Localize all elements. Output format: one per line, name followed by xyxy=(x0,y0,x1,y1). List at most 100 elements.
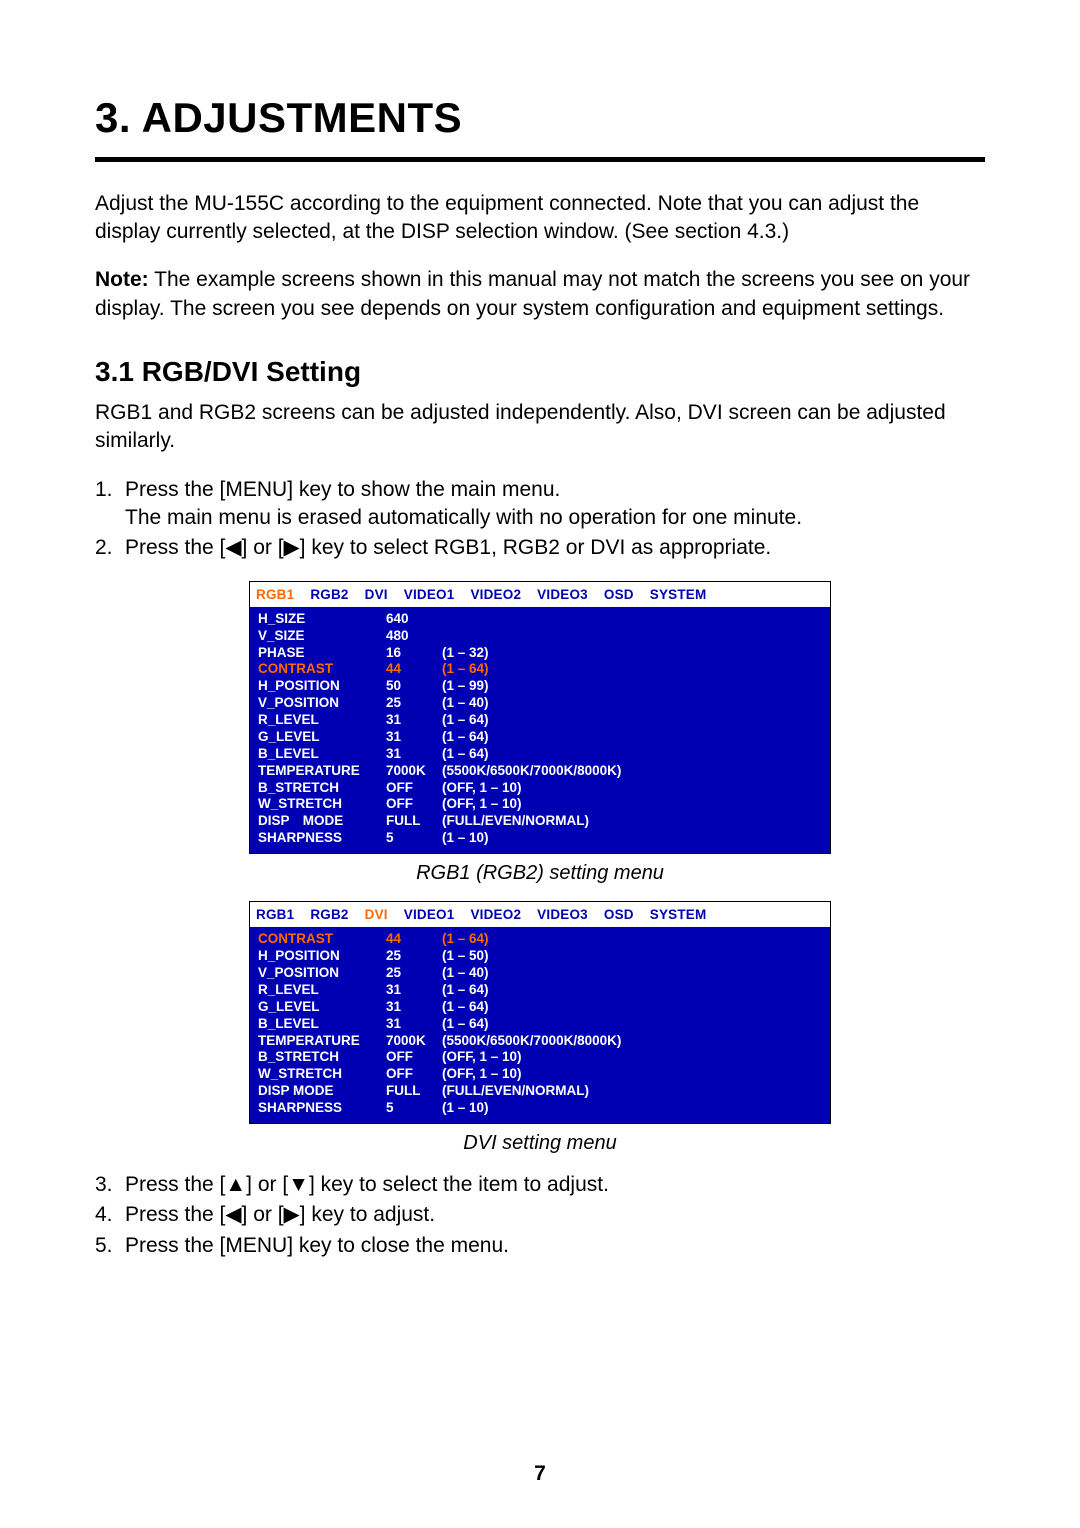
menu-row: W_STRETCHOFF(OFF, 1 – 10) xyxy=(258,1066,822,1083)
menu-row: TEMPERATURE7000K(5500K/6500K/7000K/8000K… xyxy=(258,1033,822,1050)
menu-tab: RGB1 xyxy=(256,906,294,924)
menu-row-range: (OFF, 1 – 10) xyxy=(442,1066,822,1083)
menu-row-range: (1 – 40) xyxy=(442,965,822,982)
menu-row-range: (1 – 40) xyxy=(442,695,822,712)
menu-row: G_LEVEL31(1 – 64) xyxy=(258,999,822,1016)
menu-row: R_LEVEL31(1 – 64) xyxy=(258,712,822,729)
menu-tabs: RGB1RGB2DVIVIDEO1VIDEO2VIDEO3OSDSYSTEM xyxy=(250,902,830,927)
divider xyxy=(95,157,985,162)
menu-row-range: (FULL/EVEN/NORMAL) xyxy=(442,813,822,830)
menu-row-range: (1 – 32) xyxy=(442,645,822,662)
menu-row-range: (5500K/6500K/7000K/8000K) xyxy=(442,1033,822,1050)
note-paragraph: Note: The example screens shown in this … xyxy=(95,266,985,323)
menu-row-label: SHARPNESS xyxy=(258,830,386,847)
menu-row-label: R_LEVEL xyxy=(258,712,386,729)
step-text: Press the [MENU] key to show the main me… xyxy=(125,476,985,533)
menu-row-value: 44 xyxy=(386,931,442,948)
menu-row-range: (1 – 64) xyxy=(442,931,822,948)
menu-row-value: 5 xyxy=(386,1100,442,1117)
menu-row: TEMPERATURE7000K(5500K/6500K/7000K/8000K… xyxy=(258,763,822,780)
menu-row-label: W_STRETCH xyxy=(258,1066,386,1083)
menu-tab: SYSTEM xyxy=(650,586,707,604)
menu-tab: RGB1 xyxy=(256,586,294,604)
menu-tab: VIDEO1 xyxy=(404,586,455,604)
menu-row-value: OFF xyxy=(386,796,442,813)
menu-row-range: (FULL/EVEN/NORMAL) xyxy=(442,1083,822,1100)
menu-row-label: H_SIZE xyxy=(258,611,386,628)
menu-row-label: G_LEVEL xyxy=(258,729,386,746)
menu-row: B_STRETCHOFF(OFF, 1 – 10) xyxy=(258,1049,822,1066)
rgb-caption: RGB1 (RGB2) setting menu xyxy=(95,860,985,887)
menu-tab: VIDEO3 xyxy=(537,586,588,604)
menu-row: V_POSITION25(1 – 40) xyxy=(258,695,822,712)
menu-row-range: (1 – 99) xyxy=(442,678,822,695)
menu-row-label: B_STRETCH xyxy=(258,1049,386,1066)
step-item: 3.Press the [▲] or [▼] key to select the… xyxy=(95,1171,985,1199)
menu-row: H_POSITION25(1 – 50) xyxy=(258,948,822,965)
menu-row-label: V_POSITION xyxy=(258,695,386,712)
dvi-caption: DVI setting menu xyxy=(95,1130,985,1157)
menu-tab: OSD xyxy=(604,586,634,604)
menu-row: PHASE16(1 – 32) xyxy=(258,645,822,662)
note-text: The example screens shown in this manual… xyxy=(95,268,970,319)
menu-row-label: TEMPERATURE xyxy=(258,763,386,780)
menu-row-range xyxy=(442,628,822,645)
menu-tab: DVI xyxy=(365,586,388,604)
steps-list-b: 3.Press the [▲] or [▼] key to select the… xyxy=(95,1171,985,1260)
menu-row-value: 480 xyxy=(386,628,442,645)
section-title: 3.1 RGB/DVI Setting xyxy=(95,353,985,391)
menu-row-label: B_LEVEL xyxy=(258,746,386,763)
menu-row-range: (OFF, 1 – 10) xyxy=(442,1049,822,1066)
step-text: Press the [◀] or [▶] key to select RGB1,… xyxy=(125,534,985,562)
menu-row-range: (5500K/6500K/7000K/8000K) xyxy=(442,763,822,780)
step-number: 4. xyxy=(95,1201,125,1229)
menu-row: B_LEVEL31(1 – 64) xyxy=(258,1016,822,1033)
menu-row-label: B_LEVEL xyxy=(258,1016,386,1033)
menu-row-value: 640 xyxy=(386,611,442,628)
dvi-menu-body: CONTRAST44(1 – 64)H_POSITION25(1 – 50)V_… xyxy=(250,927,830,1123)
menu-tab: OSD xyxy=(604,906,634,924)
menu-row-range: (OFF, 1 – 10) xyxy=(442,780,822,797)
menu-row-range: (1 – 64) xyxy=(442,982,822,999)
menu-row-value: 31 xyxy=(386,712,442,729)
menu-row-value: 44 xyxy=(386,661,442,678)
menu-tab: VIDEO2 xyxy=(470,586,521,604)
menu-row: CONTRAST44(1 – 64) xyxy=(258,661,822,678)
menu-row-range: (OFF, 1 – 10) xyxy=(442,796,822,813)
menu-row-range xyxy=(442,611,822,628)
menu-row-range: (1 – 50) xyxy=(442,948,822,965)
step-item: 5.Press the [MENU] key to close the menu… xyxy=(95,1232,985,1260)
menu-row: W_STRETCHOFF(OFF, 1 – 10) xyxy=(258,796,822,813)
menu-row-label: DISP MODE xyxy=(258,813,386,830)
menu-row-label: PHASE xyxy=(258,645,386,662)
menu-row-value: OFF xyxy=(386,1066,442,1083)
menu-row: R_LEVEL31(1 – 64) xyxy=(258,982,822,999)
menu-row: V_SIZE480 xyxy=(258,628,822,645)
rgb-menu-body: H_SIZE640V_SIZE480PHASE16(1 – 32)CONTRAS… xyxy=(250,607,830,853)
menu-row-value: 7000K xyxy=(386,763,442,780)
menu-row-value: 50 xyxy=(386,678,442,695)
menu-row-value: 25 xyxy=(386,948,442,965)
menu-row: V_POSITION25(1 – 40) xyxy=(258,965,822,982)
menu-row-value: 31 xyxy=(386,729,442,746)
step-item: 1.Press the [MENU] key to show the main … xyxy=(95,476,985,533)
menu-tab: RGB2 xyxy=(310,586,348,604)
menu-tabs: RGB1 RGB2 DVI VIDEO1 VIDEO2 VIDEO3 OSD SYSTEM xyxy=(250,582,830,607)
menu-row: SHARPNESS5(1 – 10) xyxy=(258,830,822,847)
step-text: Press the [MENU] key to close the menu. xyxy=(125,1232,985,1260)
menu-row-label: TEMPERATURE xyxy=(258,1033,386,1050)
menu-row: CONTRAST44(1 – 64) xyxy=(258,931,822,948)
rgb-setting-menu: RGB1 RGB2 DVI VIDEO1 VIDEO2 VIDEO3 OSD SYSTEM H… xyxy=(249,581,831,854)
menu-row-label: V_SIZE xyxy=(258,628,386,645)
step-item: 4.Press the [◀] or [▶] key to adjust. xyxy=(95,1201,985,1229)
menu-row-range: (1 – 64) xyxy=(442,712,822,729)
menu-row-label: G_LEVEL xyxy=(258,999,386,1016)
menu-row-value: FULL xyxy=(386,813,442,830)
menu-row-value: 25 xyxy=(386,965,442,982)
intro-paragraph: Adjust the MU-155C according to the equi… xyxy=(95,190,985,247)
chapter-title: 3. ADJUSTMENTS xyxy=(95,90,985,147)
steps-list-a: 1.Press the [MENU] key to show the main … xyxy=(95,476,985,563)
menu-row-label: H_POSITION xyxy=(258,948,386,965)
menu-row-range: (1 – 10) xyxy=(442,830,822,847)
menu-row-value: 25 xyxy=(386,695,442,712)
